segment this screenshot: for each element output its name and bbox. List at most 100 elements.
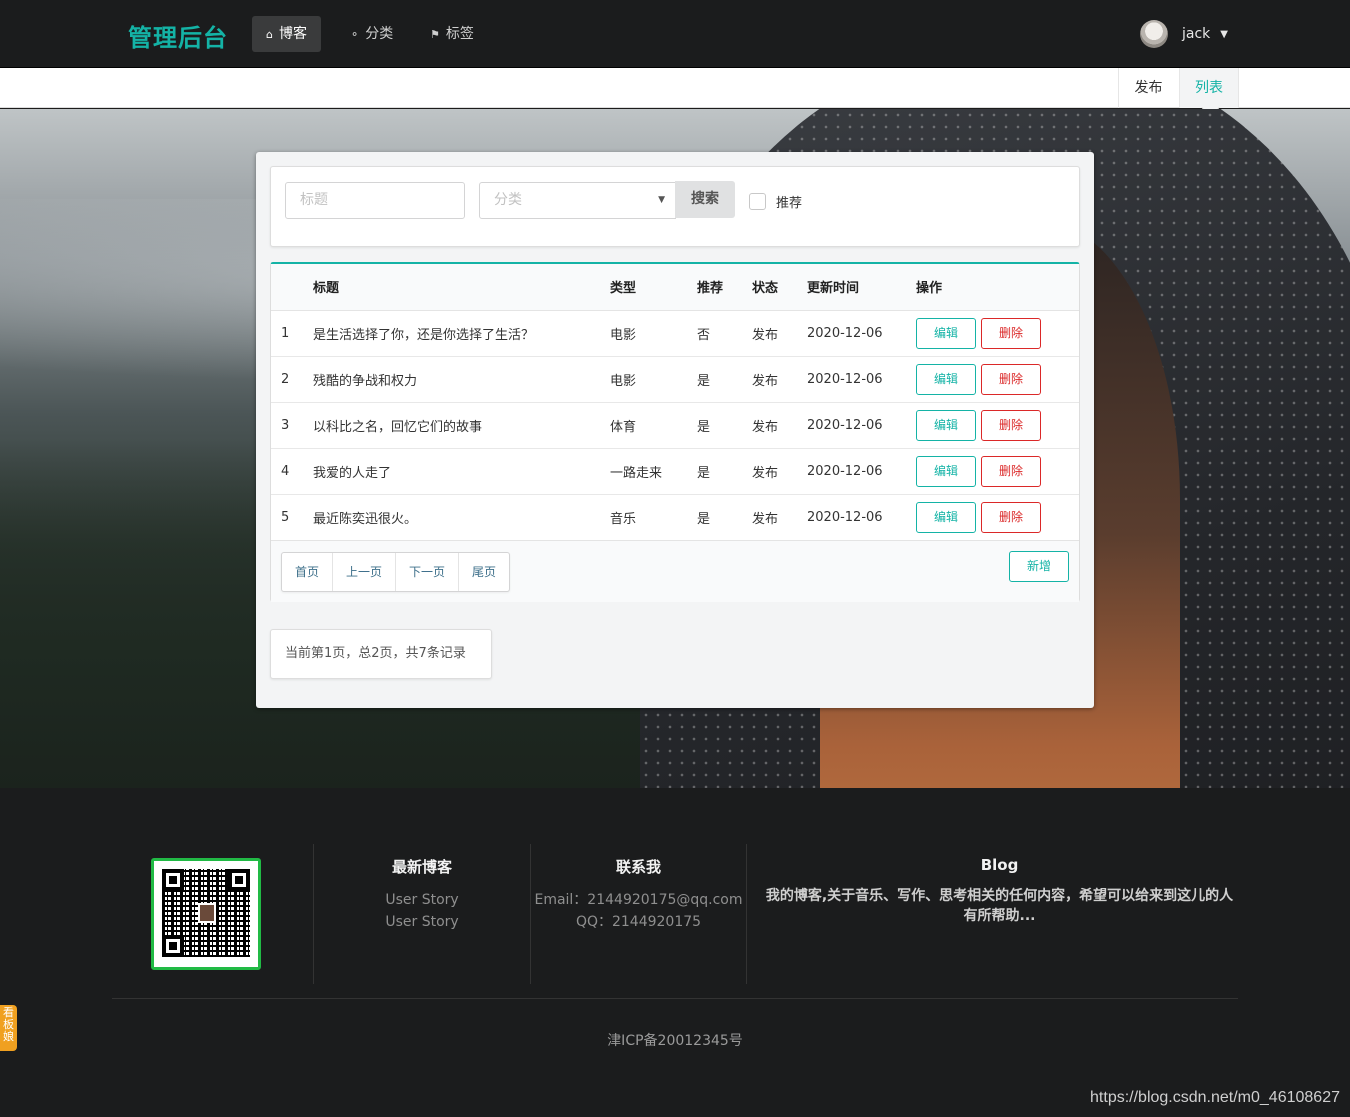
row-recommend: 是 xyxy=(697,402,752,449)
pager-last[interactable]: 尾页 xyxy=(459,553,509,591)
table-row: 4 我爱的人走了 一路走来 是 发布 2020-12-06 编辑 删除 xyxy=(271,448,1079,495)
edit-button[interactable]: 编辑 xyxy=(916,317,976,349)
footer-blog-title: Blog xyxy=(980,856,1019,874)
row-index: 1 xyxy=(271,310,313,357)
pager-next[interactable]: 下一页 xyxy=(396,553,460,591)
divider xyxy=(313,844,314,984)
footer-qq: QQ：2144920175 xyxy=(575,914,702,930)
row-actions: 编辑 删除 xyxy=(916,494,1079,541)
table-row: 3 以科比之名，回忆它们的故事 体育 是 发布 2020-12-06 编辑 删除 xyxy=(271,402,1079,449)
qr-code xyxy=(151,858,261,970)
row-recommend: 是 xyxy=(697,448,752,495)
edit-button[interactable]: 编辑 xyxy=(916,363,976,395)
table-row: 2 残酷的争战和权力 电影 是 发布 2020-12-06 编辑 删除 xyxy=(271,356,1079,403)
row-title: 以科比之名，回忆它们的故事 xyxy=(313,402,610,449)
edit-button[interactable]: 编辑 xyxy=(916,501,976,533)
tags-icon: ⚑ xyxy=(430,28,440,41)
delete-button[interactable]: 删除 xyxy=(981,363,1041,395)
row-type: 体育 xyxy=(610,402,697,449)
footer-divider xyxy=(112,998,1238,999)
nav-item-blog-label: 博客 xyxy=(278,26,307,42)
home-icon: ⌂ xyxy=(266,28,273,41)
table-row: 1 是生活选择了你，还是你选择了生活？ 电影 否 发布 2020-12-06 编… xyxy=(271,310,1079,357)
pager-prev[interactable]: 上一页 xyxy=(333,553,397,591)
row-status: 发布 xyxy=(752,448,807,495)
row-index: 3 xyxy=(271,402,313,449)
nav-item-category[interactable]: ⚬ 分类 xyxy=(336,16,407,52)
table-footer: 首页 上一页 下一页 尾页 新增 xyxy=(271,540,1079,602)
qr-pattern xyxy=(162,869,250,957)
nav-item-blog[interactable]: ⌂ 博客 xyxy=(252,16,321,52)
row-index: 5 xyxy=(271,494,313,541)
checkbox-box[interactable] xyxy=(749,193,766,210)
dropdown-icon: ▼ xyxy=(658,195,665,205)
row-title: 我爱的人走了 xyxy=(313,448,610,495)
row-title: 残酷的争战和权力 xyxy=(313,356,610,403)
blog-table: 标题 类型 推荐 状态 更新时间 操作 1 是生活选择了你，还是你选择了生活？ … xyxy=(270,262,1080,602)
row-recommend: 否 xyxy=(697,310,752,357)
delete-button[interactable]: 删除 xyxy=(981,455,1041,487)
row-index: 2 xyxy=(271,356,313,403)
add-button[interactable]: 新增 xyxy=(1009,551,1069,582)
icp-record: 津ICP备20012345号 xyxy=(607,1033,743,1049)
tab-publish[interactable]: 发布 xyxy=(1118,68,1178,108)
qr-finder xyxy=(162,935,184,957)
qr-finder xyxy=(228,869,250,891)
row-recommend: 是 xyxy=(697,494,752,541)
col-status: 状态 xyxy=(752,264,807,311)
watermark: https://blog.csdn.net/m0_46108627 xyxy=(1090,1089,1340,1106)
delete-button[interactable]: 删除 xyxy=(981,317,1041,349)
pager-first[interactable]: 首页 xyxy=(282,553,334,591)
footer-latest: 最新博客 User Story User Story xyxy=(362,856,482,933)
category-select[interactable]: 分类 ▼ xyxy=(479,182,676,219)
footer-contact: 联系我 Email：2144920175@qq.com QQ：214492017… xyxy=(531,856,746,933)
col-index xyxy=(271,264,313,311)
delete-button[interactable]: 删除 xyxy=(981,501,1041,533)
nav-item-tags[interactable]: ⚑ 标签 xyxy=(416,16,488,52)
sub-menu: 发布 列表 xyxy=(0,68,1350,108)
row-updated: 2020-12-06 xyxy=(807,448,916,495)
footer-blog-text: 我的博客,关于音乐、写作、思考相关的任何内容，希望可以给来到这儿的人有所帮助..… xyxy=(765,888,1234,924)
nav-item-tags-label: 标签 xyxy=(445,26,474,42)
col-recommend: 推荐 xyxy=(697,264,752,311)
footer-latest-item[interactable]: User Story xyxy=(362,889,482,911)
edit-button[interactable]: 编辑 xyxy=(916,409,976,441)
caret-down-icon: ▼ xyxy=(1220,28,1228,40)
footer-email: Email：2144920175@qq.com xyxy=(534,892,743,908)
table-row: 5 最近陈奕迅很火。 音乐 是 发布 2020-12-06 编辑 删除 xyxy=(271,494,1079,541)
row-title: 是生活选择了你，还是你选择了生活？ xyxy=(313,310,610,357)
row-status: 发布 xyxy=(752,310,807,357)
row-recommend: 是 xyxy=(697,356,752,403)
row-updated: 2020-12-06 xyxy=(807,402,916,449)
col-title: 标题 xyxy=(313,264,610,311)
page-info: 当前第1页，总2页，共7条记录 xyxy=(270,629,492,679)
row-actions: 编辑 删除 xyxy=(916,402,1079,449)
divider xyxy=(746,844,747,984)
row-type: 电影 xyxy=(610,310,697,357)
col-actions: 操作 xyxy=(916,264,1079,311)
search-button[interactable]: 搜索 xyxy=(675,181,735,218)
recommend-label: 推荐 xyxy=(776,196,803,211)
table-header-row: 标题 类型 推荐 状态 更新时间 操作 xyxy=(271,264,1079,311)
top-navbar: 管理后台 ⌂ 博客 ⚬ 分类 ⚑ 标签 jack ▼ xyxy=(0,0,1350,68)
user-menu[interactable]: jack ▼ xyxy=(1140,19,1228,49)
footer: 最新博客 User Story User Story 联系我 Email：214… xyxy=(0,788,1350,1117)
recommend-checkbox[interactable]: 推荐 xyxy=(749,192,802,211)
row-type: 一路走来 xyxy=(610,448,697,495)
delete-button[interactable]: 删除 xyxy=(981,409,1041,441)
brand-logo[interactable]: 管理后台 xyxy=(128,18,228,53)
tab-list[interactable]: 列表 xyxy=(1179,68,1239,108)
row-status: 发布 xyxy=(752,356,807,403)
row-index: 4 xyxy=(271,448,313,495)
title-input[interactable]: 标题 xyxy=(285,182,465,219)
col-updated: 更新时间 xyxy=(807,264,916,311)
pagination: 首页 上一页 下一页 尾页 xyxy=(281,552,511,592)
avatar xyxy=(1140,20,1168,48)
side-tab[interactable]: 看板娘 xyxy=(0,1005,17,1051)
qr-finder xyxy=(162,869,184,891)
row-actions: 编辑 删除 xyxy=(916,310,1079,357)
edit-button[interactable]: 编辑 xyxy=(916,455,976,487)
footer-latest-item[interactable]: User Story xyxy=(362,911,482,933)
qr-avatar xyxy=(198,903,216,923)
row-title: 最近陈奕迅很火。 xyxy=(313,494,610,541)
